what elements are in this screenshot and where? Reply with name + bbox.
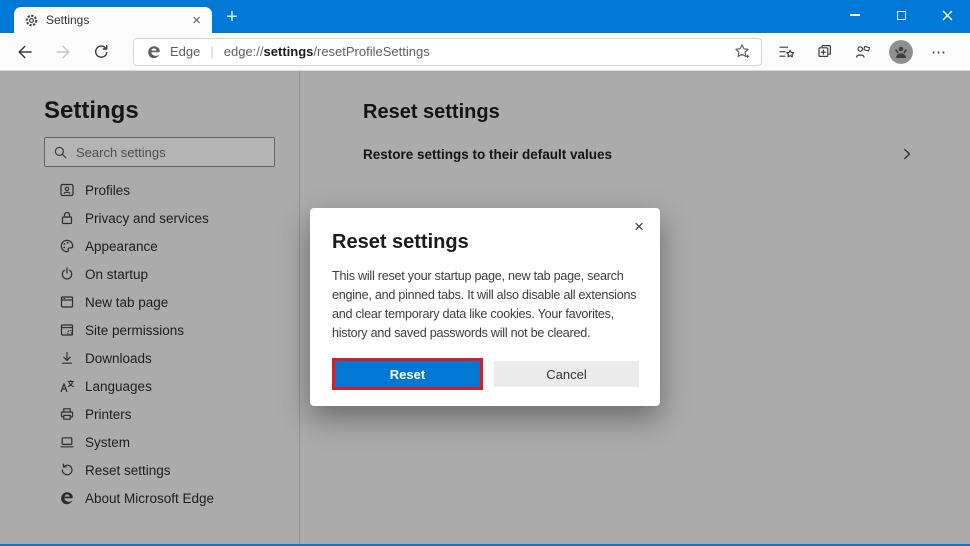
feedback-icon — [854, 43, 872, 61]
navigation-toolbar: Edge | edge://settings/resetProfileSetti… — [0, 33, 970, 71]
cancel-button[interactable]: Cancel — [494, 361, 639, 387]
profile-button[interactable] — [885, 36, 917, 68]
tab-title: Settings — [46, 13, 189, 27]
url-separator: | — [210, 44, 213, 59]
collections-icon — [816, 43, 834, 61]
dialog-body-text: This will reset your startup page, new t… — [332, 267, 639, 343]
window-controls — [832, 0, 970, 30]
minimize-icon — [850, 14, 860, 16]
address-bar[interactable]: Edge | edge://settings/resetProfileSetti… — [133, 38, 762, 66]
maximize-icon — [897, 11, 906, 20]
reset-settings-dialog: × Reset settings This will reset your st… — [310, 208, 660, 406]
browser-tab-settings[interactable]: Settings × — [14, 7, 212, 33]
refresh-button[interactable] — [85, 36, 117, 68]
title-bar: Settings × + — [0, 0, 970, 33]
close-icon — [942, 10, 953, 21]
refresh-icon — [92, 43, 110, 61]
forward-button[interactable] — [47, 36, 79, 68]
feedback-button[interactable] — [847, 36, 879, 68]
gear-icon — [24, 13, 39, 28]
collections-button[interactable] — [809, 36, 841, 68]
tab-close-icon[interactable]: × — [189, 13, 204, 28]
favorites-star-icon — [778, 43, 796, 61]
back-button[interactable] — [9, 36, 41, 68]
favorites-bar-button[interactable] — [771, 36, 803, 68]
avatar — [889, 40, 913, 64]
minimize-button[interactable] — [832, 0, 878, 30]
forward-icon — [54, 43, 72, 61]
back-icon — [16, 43, 34, 61]
url-text: edge://settings/resetProfileSettings — [224, 44, 734, 59]
reset-button[interactable]: Reset — [335, 361, 480, 387]
browser-window: Settings × + Edge | edge://set — [0, 0, 970, 546]
dialog-close-icon[interactable]: × — [630, 216, 648, 238]
red-highlight-annotation: Reset — [332, 358, 483, 390]
new-tab-button[interactable]: + — [218, 4, 246, 30]
edge-logo-icon — [146, 44, 162, 60]
page-content: Settings Profiles Privacy and services A… — [0, 71, 970, 544]
site-name: Edge — [170, 44, 200, 59]
toolbar-right-icons: ⋯ — [771, 36, 961, 68]
maximize-button[interactable] — [878, 0, 924, 30]
settings-menu-button[interactable]: ⋯ — [923, 36, 955, 68]
dialog-footer: Reset Cancel — [332, 358, 639, 390]
close-button[interactable] — [924, 0, 970, 30]
add-favorite-icon[interactable] — [734, 43, 751, 60]
ellipsis-icon: ⋯ — [931, 43, 947, 61]
dialog-title: Reset settings — [332, 231, 639, 254]
